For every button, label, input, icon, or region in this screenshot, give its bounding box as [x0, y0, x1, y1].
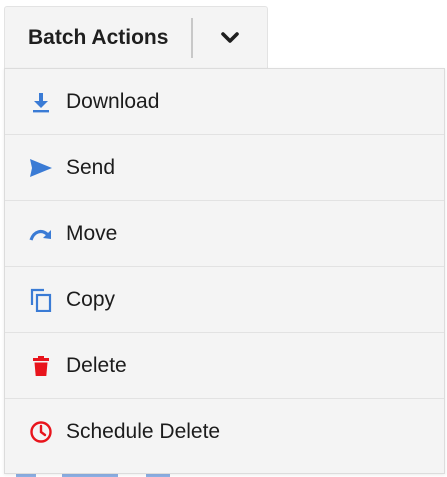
copy-icon — [29, 288, 53, 312]
menu-item-delete[interactable]: Delete — [5, 333, 444, 399]
menu-item-label: Download — [66, 89, 160, 113]
batch-actions-label[interactable]: Batch Actions — [5, 26, 191, 50]
menu-item-label: Send — [66, 155, 116, 179]
menu-item-label: Schedule Delete — [66, 420, 221, 443]
menu-item-send[interactable]: Send — [5, 135, 444, 201]
clock-icon — [29, 420, 53, 444]
trash-icon — [29, 354, 53, 378]
page: Batch Actions Download Send Move Copy De… — [0, 0, 447, 477]
batch-actions-menu: Download Send Move Copy Delete Schedule … — [4, 68, 445, 474]
batch-actions-button: Batch Actions — [4, 6, 268, 68]
batch-actions-dropdown-toggle[interactable] — [193, 7, 267, 68]
send-icon — [29, 156, 53, 180]
menu-item-copy[interactable]: Copy — [5, 267, 444, 333]
menu-item-download[interactable]: Download — [5, 69, 444, 135]
menu-item-label: Move — [66, 221, 118, 245]
menu-item-label: Delete — [66, 353, 127, 377]
menu-item-label: Copy — [66, 287, 116, 311]
chevron-down-icon — [221, 31, 239, 43]
move-icon — [29, 222, 53, 246]
menu-item-schedule-delete[interactable]: Schedule Delete — [5, 399, 444, 465]
menu-item-move[interactable]: Move — [5, 201, 444, 267]
download-icon — [29, 90, 53, 114]
